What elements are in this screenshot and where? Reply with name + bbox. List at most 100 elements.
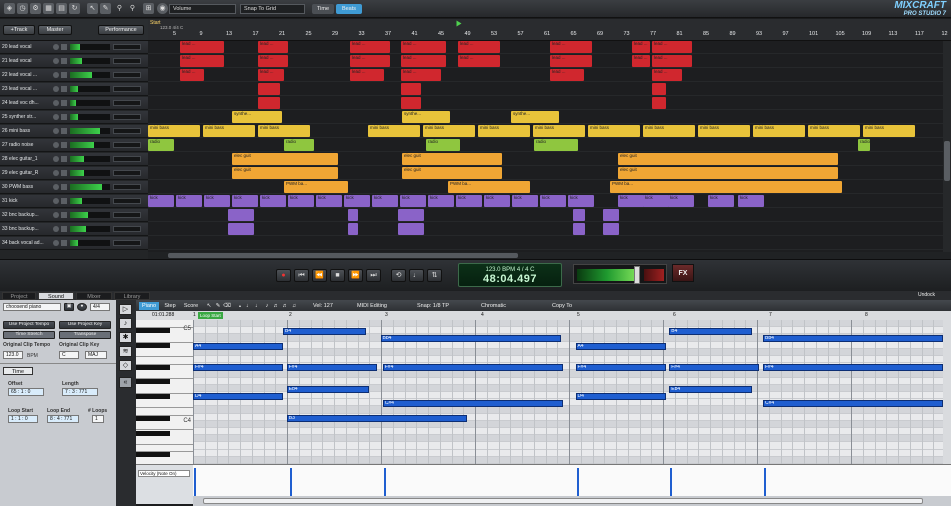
parameter-dropdown[interactable]: Volume (169, 4, 236, 14)
tuner-icon[interactable]: ⚙ (30, 3, 41, 14)
playhead-marker[interactable] (456, 20, 462, 27)
arrange-clip[interactable]: kick (618, 195, 644, 207)
midi-note[interactable]: D4 (575, 393, 666, 400)
track-row[interactable]: 22 lead vocal ... (0, 69, 148, 82)
white-key[interactable] (136, 335, 193, 343)
piano-mode-button[interactable]: Piano (139, 302, 159, 310)
forward-to-end-button[interactable]: ⏭ (366, 269, 381, 282)
track-volume-slider[interactable] (113, 212, 141, 218)
track-mute-button[interactable] (61, 44, 67, 50)
arrange-clip[interactable]: lead ... (258, 41, 288, 53)
fast-forward-button[interactable]: ⏩ (348, 269, 363, 282)
record-mode-icon[interactable]: ▤ (56, 3, 67, 14)
arrange-clip[interactable] (603, 223, 619, 235)
piano-roll-ruler[interactable]: 01:01.288 Loop Start 1 2 3 4 5 6 7 8 (136, 311, 951, 320)
track-record-button[interactable] (53, 100, 59, 106)
arrange-clip[interactable]: kick (738, 195, 764, 207)
arrange-clip[interactable]: elec guit (618, 153, 838, 165)
arrange-clip[interactable]: lead ... (180, 55, 224, 67)
track-row[interactable]: 26 mini bass (0, 125, 148, 138)
arrange-clip[interactable] (228, 223, 254, 235)
step-mode-button[interactable]: Step (161, 302, 179, 310)
track-record-button[interactable] (53, 240, 59, 246)
arrange-clip[interactable]: lead ... (180, 41, 224, 53)
track-row[interactable]: 27 radio noise (0, 139, 148, 152)
arrange-clip[interactable]: synthe... (232, 111, 282, 123)
arrange-clip[interactable]: kick (148, 195, 174, 207)
arrange-clip[interactable]: elec guit (232, 167, 338, 179)
arrange-horizontal-scrollbar[interactable] (148, 252, 951, 259)
track-row[interactable]: 33 bnc backup... (0, 223, 148, 236)
piano-snap-dropdown[interactable]: Snap: 1/8 TP (417, 302, 469, 310)
midi-note[interactable]: A4 (193, 342, 283, 350)
arrange-clip[interactable]: radio (148, 139, 174, 151)
piano-keyboard[interactable]: C5 C4 (136, 320, 193, 464)
arrange-clip[interactable]: radio (284, 139, 314, 151)
track-row[interactable]: 25 synther str... (0, 111, 148, 124)
midi-note[interactable]: F#4 (575, 364, 666, 372)
loop-start-marker[interactable]: Loop Start (198, 312, 223, 319)
arrange-clip[interactable]: lead ... (550, 69, 584, 81)
track-row[interactable]: 21 lead vocal (0, 55, 148, 68)
black-key[interactable] (136, 430, 170, 436)
midi-note[interactable]: Eb4 (286, 385, 370, 393)
arrange-clip[interactable]: lead ... (350, 69, 384, 81)
master-button[interactable]: Master (38, 25, 72, 35)
white-key[interactable] (136, 408, 193, 416)
copy-to-dropdown[interactable]: Copy To (552, 302, 600, 310)
arrange-clip[interactable]: kick (400, 195, 426, 207)
black-key[interactable] (136, 415, 170, 421)
arrange-clip[interactable] (573, 209, 585, 221)
arrange-clip[interactable]: lead ... (652, 69, 682, 81)
midi-note[interactable]: F#4 (286, 364, 377, 372)
track-volume-slider[interactable] (113, 86, 141, 92)
track-row[interactable]: 29 elec guitar_R (0, 167, 148, 180)
scale-mode-field[interactable]: MAJ (85, 351, 107, 359)
track-record-button[interactable] (53, 44, 59, 50)
track-record-button[interactable] (53, 184, 59, 190)
arrange-clip[interactable]: lead ... (550, 55, 592, 67)
arrange-clip[interactable] (652, 97, 666, 109)
track-mute-button[interactable] (61, 170, 67, 176)
white-key[interactable] (136, 357, 193, 365)
triplet-icon[interactable]: ♫ (290, 302, 298, 310)
arrange-clip[interactable] (258, 97, 280, 109)
black-key[interactable] (136, 379, 170, 385)
arrange-clip[interactable]: kick (708, 195, 734, 207)
arrange-clip[interactable]: kick (204, 195, 230, 207)
midi-note[interactable]: B4 (283, 328, 366, 336)
arrange-clip[interactable]: mini bass (643, 125, 695, 137)
track-mute-button[interactable] (61, 72, 67, 78)
velocity-bar[interactable] (764, 468, 766, 496)
velocity-lane[interactable] (193, 464, 951, 496)
stop-button[interactable]: ■ (330, 269, 345, 282)
track-mute-button[interactable] (61, 184, 67, 190)
track-volume-slider[interactable] (113, 156, 141, 162)
arrange-clip[interactable]: lead ... (458, 41, 500, 53)
track-record-button[interactable] (53, 156, 59, 162)
use-project-tempo-button[interactable]: Use Project Tempo (3, 321, 55, 329)
track-mute-button[interactable] (61, 100, 67, 106)
track-volume-slider[interactable] (113, 184, 141, 190)
midi-note[interactable]: C#4 (382, 400, 563, 408)
midi-note[interactable]: D4 (193, 393, 283, 400)
arrange-clip[interactable]: lead ... (350, 41, 390, 53)
arrange-clip[interactable]: kick (316, 195, 342, 207)
arrange-area[interactable]: lead ... lead ... lead ... lead ... lead ...… (148, 41, 943, 252)
track-record-button[interactable] (53, 72, 59, 78)
track-record-button[interactable] (53, 128, 59, 134)
arrange-clip[interactable]: synthe... (511, 111, 559, 123)
time-signature-field[interactable]: 4/4 (90, 303, 110, 311)
loops-field[interactable]: 1 (92, 415, 104, 423)
arrange-clip[interactable]: mini bass (203, 125, 255, 137)
eighth-note-icon[interactable]: ♪ (263, 302, 271, 310)
tab-time[interactable]: Time (3, 367, 33, 375)
arrange-clip[interactable]: mini bass (698, 125, 750, 137)
automation-icon[interactable]: ◉ (157, 3, 168, 14)
arrange-clip[interactable]: kick (540, 195, 566, 207)
thirtysecond-note-icon[interactable]: ♬ (281, 302, 289, 310)
track-record-button[interactable] (53, 212, 59, 218)
arrange-clip[interactable]: elec guit (232, 153, 338, 165)
offset-field[interactable]: 65 : 1 : 0 (8, 388, 44, 396)
tempo-value-field[interactable]: 123.0 (3, 351, 23, 359)
